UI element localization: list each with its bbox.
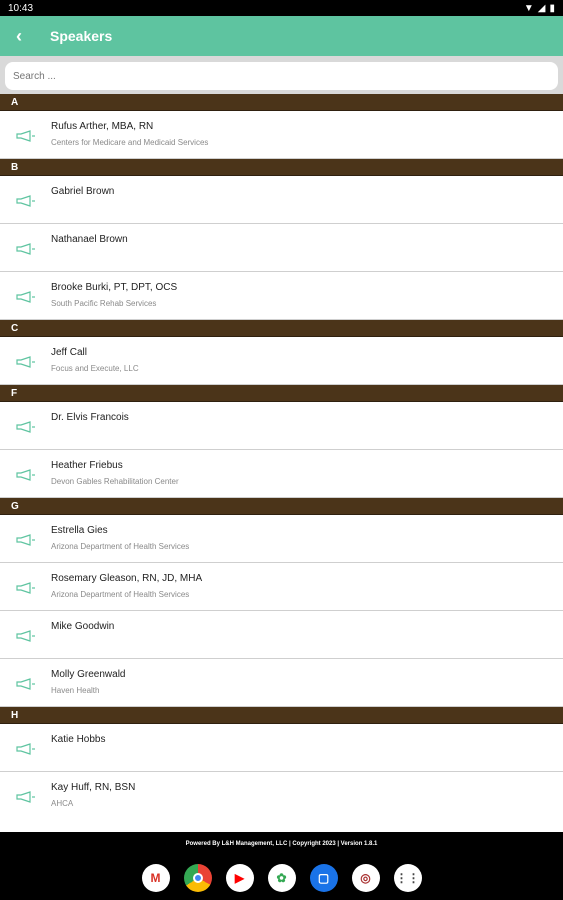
megaphone-icon: [16, 533, 36, 546]
megaphone-icon: [16, 790, 36, 803]
speaker-row[interactable]: Molly Greenwald Haven Health: [0, 659, 563, 707]
speaker-row[interactable]: Jeff Call Focus and Execute, LLC: [0, 337, 563, 385]
speaker-row[interactable]: Rufus Arther, MBA, RN Centers for Medicar…: [0, 111, 563, 159]
page-title: Speakers: [50, 28, 113, 44]
speaker-text: Jeff Call Focus and Execute, LLC: [51, 337, 139, 373]
speaker-organization: Focus and Execute, LLC: [51, 364, 139, 373]
search-bar: [0, 56, 563, 94]
speaker-text: Molly Greenwald Haven Health: [51, 659, 125, 695]
speaker-row[interactable]: Mike Goodwin: [0, 611, 563, 659]
speaker-row[interactable]: Rosemary Gleason, RN, JD, MHA Arizona Dep…: [0, 563, 563, 611]
speaker-organization: Arizona Department of Health Services: [51, 590, 190, 599]
speaker-organization: AHCA: [51, 799, 74, 808]
search-input[interactable]: [5, 62, 558, 90]
section-header: G: [0, 498, 563, 515]
speaker-text: Kay Huff, RN, BSN AHCA: [51, 772, 135, 808]
megaphone-icon: [16, 629, 36, 642]
speaker-name: Gabriel Brown: [51, 186, 115, 197]
speaker-name: Heather Friebus: [51, 460, 123, 471]
megaphone-icon: [16, 290, 36, 303]
speaker-row[interactable]: Estrella Gies Arizona Department of Healt…: [0, 515, 563, 563]
speaker-row[interactable]: Katie Hobbs: [0, 724, 563, 772]
megaphone-icon: [16, 742, 36, 755]
app-bar: ‹ Speakers: [0, 16, 563, 56]
megaphone-icon: [16, 468, 36, 481]
megaphone-icon: [16, 129, 36, 142]
photos-icon[interactable]: ✿: [267, 863, 296, 892]
gmail-icon[interactable]: M: [141, 863, 170, 892]
speaker-name: Nathanael Brown: [51, 234, 128, 245]
speaker-row[interactable]: Kay Huff, RN, BSN AHCA: [0, 772, 563, 820]
megaphone-icon: [16, 420, 36, 433]
section-header: H: [0, 707, 563, 724]
app-drawer-icon[interactable]: ⋮⋮: [393, 863, 422, 892]
footer: Powered By L&H Management, LLC | Copyrig…: [0, 832, 563, 855]
speaker-name: Rufus Arther, MBA, RN: [51, 121, 154, 132]
status-icons: ▼ ◢ ▮: [524, 3, 555, 14]
speaker-name: Mike Goodwin: [51, 621, 115, 632]
speaker-organization: Devon Gables Rehabilitation Center: [51, 477, 179, 486]
speaker-text: Brooke Burki, PT, DPT, OCS South Pacific …: [51, 272, 177, 308]
megaphone-icon: [16, 581, 36, 594]
section-header: C: [0, 320, 563, 337]
speaker-organization: Arizona Department of Health Services: [51, 542, 190, 551]
speaker-row[interactable]: Nathanael Brown: [0, 224, 563, 272]
back-arrow-icon[interactable]: ‹: [6, 26, 32, 47]
megaphone-icon: [16, 355, 36, 368]
youtube-icon[interactable]: ▶: [225, 863, 254, 892]
speaker-text: Heather Friebus Devon Gables Rehabilitati…: [51, 450, 179, 486]
speaker-name: Rosemary Gleason, RN, JD, MHA: [51, 573, 203, 584]
speaker-row[interactable]: Dr. Elvis Francois: [0, 402, 563, 450]
speaker-name: Dr. Elvis Francois: [51, 412, 129, 423]
battery-icon: ▮: [549, 2, 555, 14]
megaphone-icon: [16, 677, 36, 690]
speaker-organization: Centers for Medicare and Medicaid Servic…: [51, 138, 209, 147]
speaker-row[interactable]: Gabriel Brown: [0, 176, 563, 224]
megaphone-icon: [16, 242, 36, 255]
section-header: F: [0, 385, 563, 402]
status-bar: 10:43 ▼ ◢ ▮: [0, 0, 563, 16]
speaker-text: Dr. Elvis Francois: [51, 402, 129, 429]
chrome-icon[interactable]: [183, 863, 212, 892]
signal-icon: ◢: [537, 2, 546, 14]
speaker-organization: South Pacific Rehab Services: [51, 299, 157, 308]
speaker-row[interactable]: Heather Friebus Devon Gables Rehabilitati…: [0, 450, 563, 498]
section-header: A: [0, 94, 563, 111]
speaker-text: Estrella Gies Arizona Department of Healt…: [51, 515, 189, 551]
messages-icon[interactable]: ▢: [309, 863, 338, 892]
speaker-list[interactable]: A Rufus Arther, MBA, RN Centers for Medica…: [0, 94, 563, 826]
speaker-row[interactable]: Brooke Burki, PT, DPT, OCS South Pacific …: [0, 272, 563, 320]
speaker-text: Nathanael Brown: [51, 224, 128, 251]
wifi-icon: ▼: [523, 2, 534, 14]
megaphone-icon: [16, 194, 36, 207]
speaker-name: Kay Huff, RN, BSN: [51, 782, 136, 793]
app-icon[interactable]: ◎: [351, 863, 380, 892]
speaker-name: Katie Hobbs: [51, 734, 106, 745]
speaker-text: Rufus Arther, MBA, RN Centers for Medicar…: [51, 111, 208, 147]
speaker-name: Brooke Burki, PT, DPT, OCS: [51, 282, 178, 293]
speaker-text: Katie Hobbs: [51, 724, 105, 751]
system-nav-bar: M ▶ ✿ ▢ ◎ ⋮⋮: [0, 855, 563, 900]
speaker-name: Molly Greenwald: [51, 669, 126, 680]
speaker-text: Rosemary Gleason, RN, JD, MHA Arizona Dep…: [51, 563, 202, 599]
speaker-name: Jeff Call: [51, 347, 87, 358]
speaker-name: Estrella Gies: [51, 525, 108, 536]
speaker-text: Mike Goodwin: [51, 611, 114, 638]
speaker-text: Gabriel Brown: [51, 176, 114, 203]
speaker-organization: Haven Health: [51, 686, 100, 695]
status-time: 10:43: [8, 2, 34, 14]
section-header: B: [0, 159, 563, 176]
